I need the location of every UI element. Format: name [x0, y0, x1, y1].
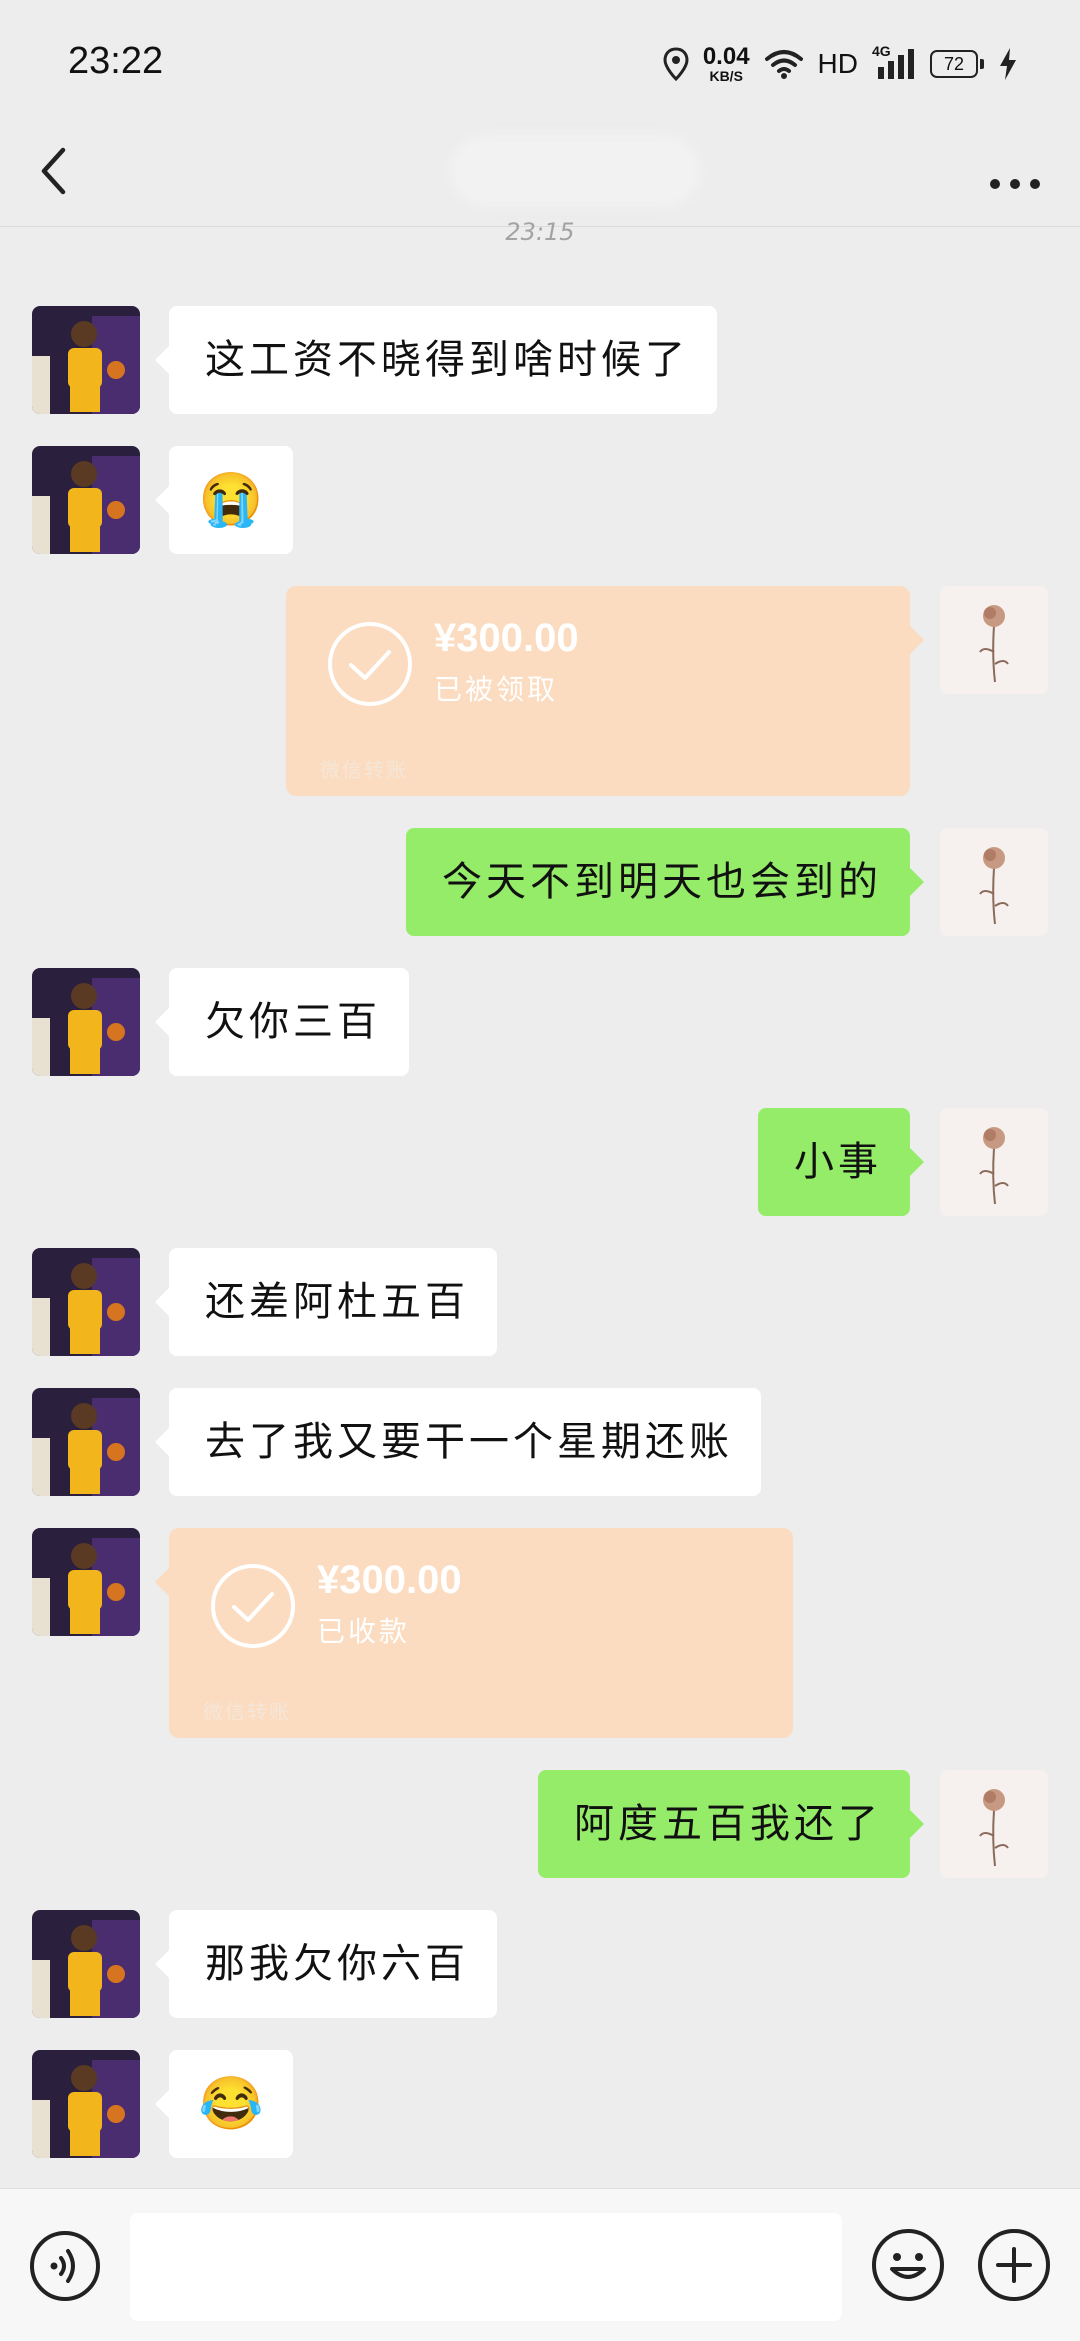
hd-label: HD — [817, 48, 858, 79]
network-speed-unit: KB/S — [709, 68, 743, 84]
contact-avatar[interactable] — [32, 2050, 140, 2158]
message-row: 今天不到明天也会到的 — [0, 828, 1080, 936]
chat-timestamp: 23:15 — [505, 218, 575, 246]
transfer-amount: ¥300.00 — [434, 616, 579, 660]
message-row: ¥300.00 已被领取 微信转账 — [0, 586, 1080, 796]
transfer-footer: 微信转账 — [203, 1700, 291, 1724]
transfer-card-incoming[interactable]: ¥300.00 已收款 微信转账 — [155, 1528, 793, 1738]
status-time: 23:22 — [68, 40, 164, 82]
location-icon — [663, 47, 689, 81]
contact-avatar[interactable] — [32, 306, 140, 414]
chat-title-obscured — [450, 136, 700, 206]
message-bubble-outgoing[interactable]: 今天不到明天也会到的 — [406, 828, 924, 936]
transfer-amount: ¥300.00 — [317, 1558, 462, 1602]
cellular-signal: 4G — [872, 43, 916, 81]
check-circle-icon — [328, 622, 412, 706]
emoji-icon[interactable] — [870, 2227, 946, 2303]
network-speed-value: 0.04 — [702, 43, 750, 70]
chat-input-bar — [0, 2188, 1080, 2341]
message-row: 这工资不晓得到啥时候了 — [0, 306, 1080, 414]
message-row: 欠你三百 — [0, 968, 1080, 1076]
message-row: 去了我又要干一个星期还账 — [0, 1388, 1080, 1496]
transfer-footer: 微信转账 — [320, 758, 408, 782]
transfer-status: 已被领取 — [434, 673, 559, 706]
contact-avatar[interactable] — [32, 446, 140, 554]
message-bubble-outgoing[interactable]: 小事 — [758, 1108, 924, 1216]
message-bubble-incoming[interactable]: 还差阿杜五百 — [155, 1248, 497, 1356]
battery-tip — [980, 59, 984, 69]
transfer-card-outgoing[interactable]: ¥300.00 已被领取 微信转账 — [286, 586, 924, 796]
transfer-status: 已收款 — [317, 1615, 411, 1648]
more-dots-icon[interactable] — [980, 142, 1050, 202]
message-bubble-incoming[interactable]: 去了我又要干一个星期还账 — [155, 1388, 761, 1496]
chevron-left-icon[interactable] — [30, 136, 80, 206]
message-bubble-incoming[interactable]: 这工资不晓得到啥时候了 — [155, 306, 717, 414]
plus-icon[interactable] — [976, 2227, 1052, 2303]
message-row: 😂 — [0, 2050, 1080, 2158]
message-row: 小事 — [0, 1108, 1080, 1216]
my-avatar[interactable] — [940, 1108, 1048, 1216]
contact-avatar[interactable] — [32, 968, 140, 1076]
contact-avatar[interactable] — [32, 1910, 140, 2018]
contact-avatar[interactable] — [32, 1528, 140, 1636]
check-circle-icon — [211, 1564, 295, 1648]
message-input[interactable] — [130, 2213, 842, 2321]
message-row: 阿度五百我还了 — [0, 1770, 1080, 1878]
status-icons: 0.04 KB/S HD 4G 72 — [663, 42, 1018, 86]
battery-indicator: 72 — [930, 50, 984, 78]
signal-bars-icon — [878, 49, 914, 79]
message-row: 😭 — [0, 446, 1080, 554]
my-avatar[interactable] — [940, 828, 1048, 936]
contact-avatar[interactable] — [32, 1388, 140, 1496]
chat-header — [0, 120, 1080, 227]
message-row: ¥300.00 已收款 微信转账 — [0, 1528, 1080, 1738]
contact-avatar[interactable] — [32, 1248, 140, 1356]
network-speed: 0.04 KB/S — [702, 43, 750, 84]
emoji-message-incoming[interactable]: 😭 — [155, 446, 293, 554]
wifi-icon — [764, 50, 803, 79]
charging-icon — [1000, 48, 1016, 80]
message-bubble-incoming[interactable]: 那我欠你六百 — [155, 1910, 497, 2018]
message-row: 那我欠你六百 — [0, 1910, 1080, 2018]
my-avatar[interactable] — [940, 1770, 1048, 1878]
message-row: 还差阿杜五百 — [0, 1248, 1080, 1356]
voice-icon[interactable] — [28, 2229, 102, 2303]
my-avatar[interactable] — [940, 586, 1048, 694]
emoji-message-incoming[interactable]: 😂 — [155, 2050, 293, 2158]
battery-level: 72 — [930, 50, 978, 78]
message-bubble-outgoing[interactable]: 阿度五百我还了 — [538, 1770, 924, 1878]
status-bar: 23:22 0.04 KB/S HD 4G 72 — [0, 0, 1080, 130]
message-bubble-incoming[interactable]: 欠你三百 — [155, 968, 409, 1076]
